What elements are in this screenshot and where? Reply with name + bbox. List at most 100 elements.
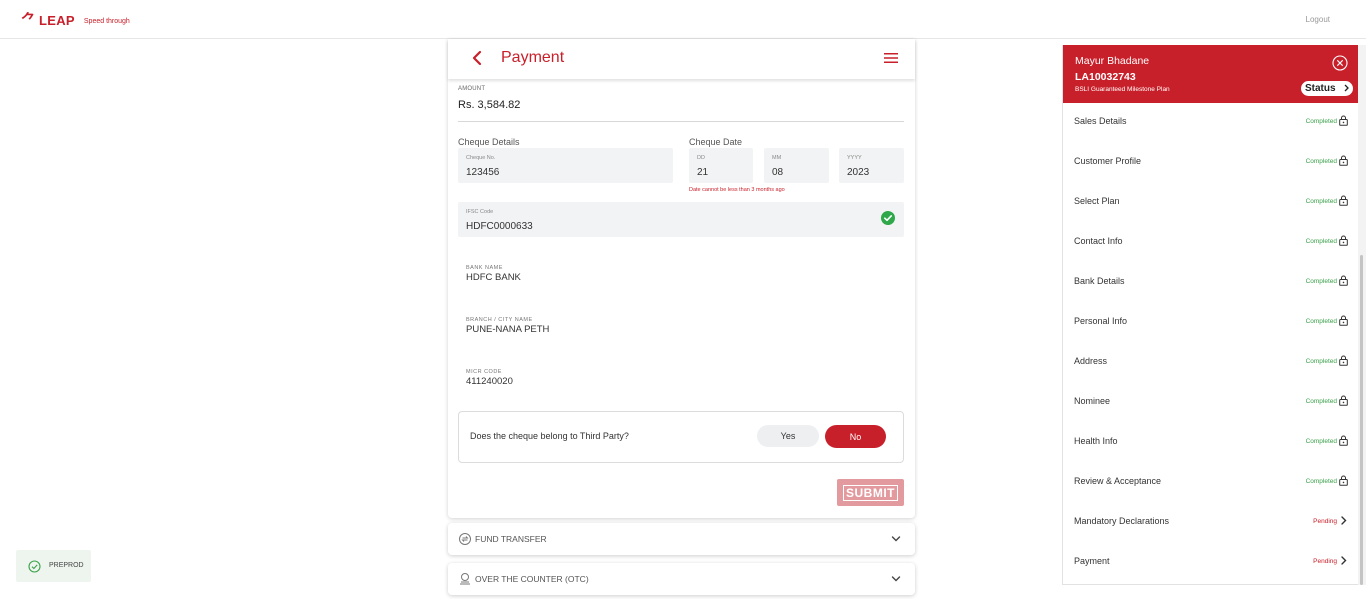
logo-tagline: Speed through: [83, 18, 130, 25]
step-status: Pending: [1313, 518, 1337, 525]
lock-icon: [1339, 235, 1348, 246]
lock-icon: [1339, 395, 1348, 406]
environment-badge: PREPROD: [16, 550, 91, 582]
otc-label: OVER THE COUNTER (OTC): [475, 574, 589, 584]
leap-logo[interactable]: ⺈ LEAP Speed through: [21, 13, 130, 28]
step-label: Bank Details: [1074, 276, 1125, 286]
yes-button[interactable]: Yes: [757, 425, 819, 447]
month-label: MM: [772, 155, 782, 161]
day-value: 21: [697, 167, 709, 178]
cheque-number-label: Cheque No.: [466, 155, 496, 161]
step-item[interactable]: Sales Details Completed: [1063, 115, 1353, 156]
step-label: Review & Acceptance: [1074, 476, 1162, 486]
check-circle-icon: [28, 560, 41, 573]
micr-label: MICR CODE: [466, 369, 502, 375]
year-label: YYYY: [847, 155, 862, 161]
step-status: Completed: [1305, 158, 1337, 165]
cheque-year-field[interactable]: YYYY 2023: [839, 148, 904, 183]
amount-label: AMOUNT: [458, 86, 486, 92]
step-item[interactable]: Bank Details Completed: [1063, 275, 1353, 316]
step-status: Completed: [1305, 318, 1337, 325]
cheque-month-field[interactable]: MM 08: [764, 148, 829, 183]
step-item[interactable]: Mandatory Declarations Pending: [1063, 516, 1353, 556]
customer-header: Mayur Bhadane LA10032743 BSLI Guaranteed…: [1063, 45, 1358, 103]
step-label: Health Info: [1074, 436, 1118, 446]
lock-icon: [1339, 115, 1348, 126]
step-item[interactable]: Payment Pending: [1063, 556, 1353, 584]
payment-card: Payment AMOUNT Rs. 3,584.82 Cheque Detai…: [448, 39, 915, 518]
logout-link[interactable]: Logout: [1306, 15, 1330, 24]
submit-button[interactable]: SUBMIT: [837, 479, 904, 506]
lock-icon: [1339, 475, 1348, 486]
step-label: Customer Profile: [1074, 156, 1142, 166]
counter-payment-icon: [460, 573, 470, 585]
step-item[interactable]: Select Plan Completed: [1063, 195, 1353, 236]
step-label: Personal Info: [1074, 316, 1128, 326]
no-button[interactable]: No: [825, 425, 886, 448]
day-label: DD: [697, 155, 705, 161]
step-status: Completed: [1305, 358, 1337, 365]
step-label: Mandatory Declarations: [1074, 516, 1170, 526]
step-status: Completed: [1305, 478, 1337, 485]
submit-label: SUBMIT: [843, 484, 898, 501]
divider: [458, 121, 904, 122]
leap-logo-icon: ⺈: [21, 12, 37, 29]
lock-icon: [1339, 315, 1348, 326]
scrollbar-thumb[interactable]: [1360, 255, 1363, 585]
verified-check-icon: [881, 211, 895, 225]
cheque-number-value: 123456: [466, 167, 500, 178]
chevron-right-icon: [1341, 556, 1347, 565]
month-value: 08: [772, 167, 784, 178]
customer-name: Mayur Bhadane: [1075, 55, 1150, 67]
status-button[interactable]: Status: [1301, 81, 1353, 96]
back-arrow-icon[interactable]: [470, 50, 484, 66]
application-progress-panel: Mayur Bhadane LA10032743 BSLI Guaranteed…: [1062, 45, 1358, 585]
cheque-number-field[interactable]: Cheque No. 123456: [458, 148, 673, 183]
step-label: Select Plan: [1074, 196, 1120, 206]
micr-value: 411240020: [466, 376, 513, 387]
close-icon[interactable]: [1332, 55, 1348, 71]
step-item[interactable]: Nominee Completed: [1063, 395, 1353, 436]
step-item[interactable]: Health Info Completed: [1063, 435, 1353, 476]
card-header: Payment: [448, 39, 915, 79]
step-status: Pending: [1313, 558, 1337, 565]
year-value: 2023: [847, 167, 870, 178]
step-label: Sales Details: [1074, 116, 1127, 126]
application-id: LA10032743: [1075, 71, 1136, 83]
otc-accordion[interactable]: OVER THE COUNTER (OTC): [448, 563, 915, 595]
step-status: Completed: [1305, 198, 1337, 205]
micr-block: MICR CODE 411240020: [466, 369, 513, 387]
date-error-message: Date cannot be less than 3 months ago: [689, 187, 785, 193]
chevron-down-icon: [891, 576, 901, 582]
step-item[interactable]: Address Completed: [1063, 355, 1353, 396]
ifsc-code-field[interactable]: IFSC Code HDFC0000633: [458, 202, 904, 237]
page-title: Payment: [501, 49, 565, 66]
ifsc-label: IFSC Code: [466, 209, 494, 215]
chevron-right-icon: [1341, 516, 1347, 525]
branch-value: PUNE-NANA PETH: [466, 324, 550, 335]
fund-transfer-accordion[interactable]: FUND TRANSFER: [448, 523, 915, 555]
cheque-day-field[interactable]: DD 21: [689, 148, 753, 183]
step-status: Completed: [1305, 118, 1337, 125]
plan-name: BSLI Guaranteed Milestone Plan: [1075, 86, 1170, 93]
fund-transfer-icon: [459, 533, 471, 545]
cheque-date-label: Cheque Date: [689, 137, 743, 147]
chevron-right-icon: [1344, 84, 1349, 92]
lock-icon: [1339, 355, 1348, 366]
environment-label: PREPROD: [49, 562, 84, 569]
status-label: Status: [1305, 83, 1336, 94]
step-item[interactable]: Contact Info Completed: [1063, 235, 1353, 276]
step-label: Contact Info: [1074, 236, 1123, 246]
hamburger-menu-icon[interactable]: [884, 52, 898, 64]
ifsc-value: HDFC0000633: [466, 221, 533, 232]
branch-block: BRANCH / CITY NAME PUNE-NANA PETH: [466, 317, 549, 335]
step-item[interactable]: Review & Acceptance Completed: [1063, 475, 1353, 516]
fund-transfer-label: FUND TRANSFER: [475, 534, 547, 544]
scrollbar[interactable]: [1358, 45, 1366, 585]
step-item[interactable]: Personal Info Completed: [1063, 315, 1353, 356]
step-item[interactable]: Customer Profile Completed: [1063, 155, 1353, 196]
third-party-question: Does the cheque belong to Third Party?: [470, 431, 629, 441]
third-party-question-box: Does the cheque belong to Third Party? Y…: [458, 411, 904, 463]
step-label: Address: [1074, 356, 1108, 366]
step-label: Payment: [1074, 556, 1110, 566]
